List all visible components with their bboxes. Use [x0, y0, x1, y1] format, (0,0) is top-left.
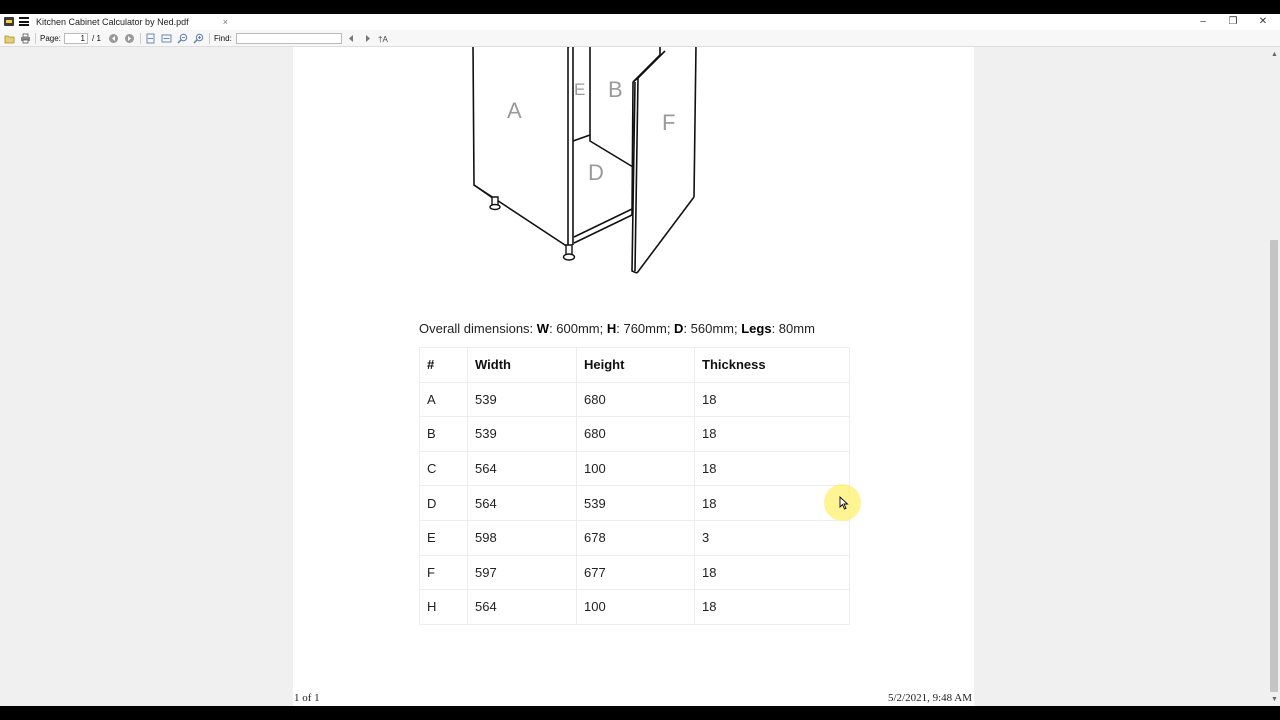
table-header-row: # Width Height Thickness	[419, 347, 850, 383]
table-row: E 598 678 3	[419, 519, 850, 556]
print-timestamp: 5/2/2021, 9:48 AM	[888, 692, 973, 704]
cabinet-diagram: A E B F D	[472, 47, 697, 274]
dims-height-key: H	[606, 321, 617, 336]
toolbar-separator	[140, 33, 141, 44]
scroll-up-icon[interactable]: ▲	[1271, 51, 1278, 58]
table-cell: 539	[576, 485, 695, 521]
table-cell: 100	[576, 589, 695, 625]
panel-label-b: B	[608, 77, 623, 102]
column-header: Thickness	[694, 347, 850, 383]
mouse-pointer-icon	[839, 496, 849, 510]
menu-icon[interactable]	[19, 17, 29, 26]
column-header: Height	[576, 347, 695, 383]
toolbar-separator	[35, 33, 36, 44]
table-cell: 564	[467, 589, 577, 625]
table-cell: E	[419, 519, 468, 556]
tab-title: Kitchen Cabinet Calculator by Ned.pdf	[36, 17, 189, 27]
page-count: 1 of 1	[294, 692, 320, 704]
dims-legs-value: : 80mm	[771, 321, 815, 336]
document-tab[interactable]: Kitchen Cabinet Calculator by Ned.pdf ×	[32, 14, 232, 30]
page-total: / 1	[92, 34, 101, 43]
panel-label-a: A	[507, 98, 522, 123]
find-previous-icon[interactable]	[346, 33, 357, 44]
vertical-scrollbar[interactable]: ▲ ▼	[1268, 47, 1280, 706]
scroll-down-icon[interactable]: ▼	[1271, 696, 1278, 703]
table-row: B 539 680 18	[419, 416, 850, 452]
title-bar: Kitchen Cabinet Calculator by Ned.pdf × …	[0, 14, 1280, 30]
panel-label-d: D	[588, 160, 604, 185]
table-row: C 564 100 18	[419, 450, 850, 487]
find-input[interactable]	[236, 33, 342, 44]
table-cell: 18	[694, 381, 850, 418]
match-case-icon[interactable]: †A	[378, 33, 389, 44]
zoom-in-icon[interactable]	[193, 33, 204, 44]
toolbar: Page: 1 / 1 Find: †A	[0, 30, 1280, 47]
table-cell: C	[419, 450, 468, 487]
column-header: Width	[467, 347, 577, 383]
find-next-icon[interactable]	[362, 33, 373, 44]
table-cell: 678	[576, 519, 695, 556]
table-cell: 597	[467, 554, 577, 591]
print-icon[interactable]	[20, 33, 31, 44]
previous-page-icon[interactable]	[108, 33, 119, 44]
dims-depth-value: : 560mm;	[683, 321, 742, 336]
table-row: A 539 680 18	[419, 381, 850, 418]
table-cell: B	[419, 416, 468, 452]
zoom-out-icon[interactable]	[177, 33, 188, 44]
column-header: #	[419, 347, 468, 383]
document-viewport[interactable]: A E B F D Overall dimensions: W: 600mm; …	[0, 47, 1268, 706]
close-tab-icon[interactable]: ×	[223, 14, 228, 30]
cut-list-table: # Width Height Thickness A 539 680 18 B	[419, 347, 850, 625]
next-page-icon[interactable]	[124, 33, 135, 44]
table-cell: 680	[576, 416, 695, 452]
pdf-page: A E B F D Overall dimensions: W: 600mm; …	[293, 47, 974, 706]
table-cell: 18	[694, 554, 850, 591]
table-cell: 539	[467, 381, 577, 418]
open-icon[interactable]	[4, 33, 15, 44]
table-cell: 100	[576, 450, 695, 487]
fit-width-icon[interactable]	[161, 33, 172, 44]
scroll-thumb[interactable]	[1270, 240, 1278, 692]
toolbar-separator	[209, 33, 210, 44]
close-window-button[interactable]: ✕	[1248, 14, 1278, 30]
svg-text:†A: †A	[378, 35, 388, 44]
table-cell: 3	[694, 519, 850, 556]
dims-height-value: : 760mm;	[616, 321, 675, 336]
table-cell: 564	[467, 450, 577, 487]
dims-legs-key: Legs	[741, 321, 772, 336]
dims-prefix: Overall dimensions:	[419, 321, 537, 336]
table-row: D 564 539 18	[419, 485, 850, 521]
fit-page-icon[interactable]	[145, 33, 156, 44]
page-number-input[interactable]: 1	[64, 33, 88, 44]
table-cell: 539	[467, 416, 577, 452]
table-row: H 564 100 18	[419, 589, 850, 625]
table-cell: 564	[467, 485, 577, 521]
table-cell: 18	[694, 450, 850, 487]
find-label: Find:	[214, 34, 232, 43]
minimize-button[interactable]: –	[1188, 14, 1218, 30]
panel-label-f: F	[662, 110, 675, 135]
table-cell: A	[419, 381, 468, 418]
dims-width-value: : 600mm;	[549, 321, 607, 336]
page-label: Page:	[40, 34, 61, 43]
table-cell: 677	[576, 554, 695, 591]
table-cell: H	[419, 589, 468, 625]
panel-label-e: E	[574, 80, 585, 99]
table-cell: 680	[576, 381, 695, 418]
table-cell: F	[419, 554, 468, 591]
table-cell: 598	[467, 519, 577, 556]
dims-width-key: W	[536, 321, 550, 336]
table-row: F 597 677 18	[419, 554, 850, 591]
pdf-viewer-window: Kitchen Cabinet Calculator by Ned.pdf × …	[0, 14, 1280, 706]
table-cell: D	[419, 485, 468, 521]
overall-dimensions: Overall dimensions: W: 600mm; H: 760mm; …	[419, 321, 815, 336]
table-cell: 18	[694, 589, 850, 625]
restore-button[interactable]: ❐	[1218, 14, 1248, 30]
app-logo-icon	[4, 17, 14, 26]
table-cell: 18	[694, 416, 850, 452]
